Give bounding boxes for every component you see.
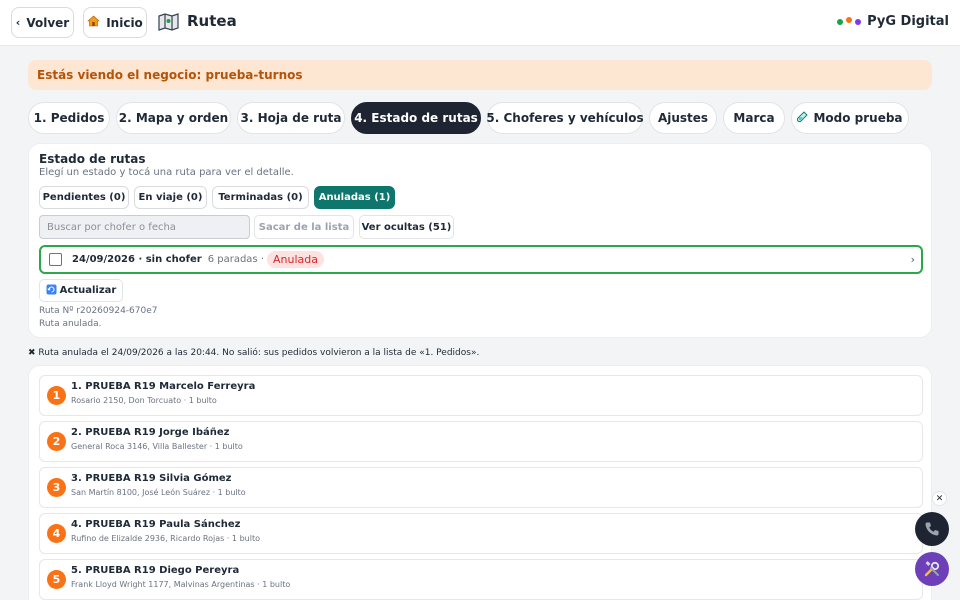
- section-title: Estado de rutas: [39, 152, 146, 166]
- stop-name: 3. PRUEBA R19 Silvia Gómez: [71, 473, 232, 484]
- stop-number: 5: [47, 570, 66, 589]
- business-notice-text: Estás viendo el negocio: prueba-turnos: [37, 68, 303, 82]
- route-status-card: Estado de rutas Elegí un estado y tocá u…: [28, 143, 932, 338]
- button-label: Sacar de la lista: [258, 221, 350, 233]
- tab-mapa-orden[interactable]: 2. Mapa y orden: [116, 102, 231, 134]
- filter-label: Terminadas (0): [218, 192, 303, 203]
- stop-number: 3: [47, 478, 66, 497]
- stop-detail: Frank Lloyd Wright 1177, Malvinas Argent…: [71, 580, 291, 589]
- tab-label: 3. Hoja de ruta: [240, 111, 342, 125]
- filter-label: Anuladas (1): [318, 192, 391, 203]
- logo-dot: [855, 18, 862, 25]
- filter-label: En viaje (0): [138, 192, 203, 203]
- tab-estado-rutas[interactable]: 4. Estado de rutas: [351, 102, 481, 134]
- list-item[interactable]: 4 4. PRUEBA R19 Paula Sánchez Rufino de …: [39, 513, 923, 554]
- business-notice: Estás viendo el negocio: prueba-turnos: [28, 60, 932, 90]
- section-subtitle: Elegí un estado y tocá una ruta para ver…: [39, 167, 294, 178]
- route-stops-count: 6 paradas ·: [207, 254, 265, 265]
- tab-label: 5. Choferes y vehículos: [486, 111, 644, 125]
- filter-anuladas[interactable]: Anuladas (1): [314, 186, 395, 209]
- status-badge: Anulada: [267, 251, 325, 268]
- logo-dot: [837, 18, 844, 25]
- chevron-left-icon: ‹: [15, 16, 21, 29]
- search-input[interactable]: [39, 215, 250, 239]
- list-item[interactable]: 3 3. PRUEBA R19 Silvia Gómez San Martín …: [39, 467, 923, 508]
- org-logo-dots-icon: [837, 16, 862, 25]
- stop-name: 4. PRUEBA R19 Paula Sánchez: [71, 519, 241, 530]
- stop-name: 1. PRUEBA R19 Marcelo Ferreyra: [71, 381, 256, 392]
- filter-pendientes[interactable]: Pendientes (0): [39, 186, 129, 209]
- button-label: Ver ocultas (51): [361, 221, 452, 233]
- route-state: Ruta anulada.: [39, 319, 102, 329]
- stop-detail: Rufino de Elizalde 2936, Ricardo Rojas ·…: [71, 534, 260, 543]
- phone-icon[interactable]: [915, 512, 949, 546]
- close-icon[interactable]: ✕: [932, 491, 947, 506]
- button-label: Actualizar: [59, 285, 117, 296]
- stop-name: 5. PRUEBA R19 Diego Pereyra: [71, 565, 240, 576]
- tab-label: 2. Mapa y orden: [118, 111, 229, 125]
- tab-label: Ajustes: [657, 111, 709, 125]
- tab-label: Marca: [733, 111, 775, 125]
- back-button-label: Volver: [26, 15, 70, 30]
- home-button-label: Inicio: [106, 15, 143, 30]
- route-checkbox[interactable]: [49, 253, 62, 266]
- remove-from-list-button[interactable]: Sacar de la lista: [254, 215, 354, 239]
- home-button[interactable]: Inicio: [83, 7, 147, 38]
- back-button[interactable]: ‹ Volver: [11, 7, 74, 38]
- house-icon: [87, 15, 100, 30]
- tab-label: 4. Estado de rutas: [354, 111, 478, 125]
- logo-dot: [846, 16, 853, 23]
- stop-detail: Rosario 2150, Don Torcuato · 1 bulto: [71, 396, 217, 405]
- app-title: Rutea: [187, 12, 237, 30]
- filter-label: Pendientes (0): [42, 192, 126, 203]
- route-row[interactable]: 24/09/2026 · sin chofer 6 paradas · Anul…: [39, 245, 923, 274]
- stop-number: 2: [47, 432, 66, 451]
- stop-number: 4: [47, 524, 66, 543]
- filter-en-viaje[interactable]: En viaje (0): [134, 186, 207, 209]
- tab-ajustes[interactable]: Ajustes: [649, 102, 717, 134]
- tab-modo-prueba[interactable]: Modo prueba: [791, 102, 909, 134]
- list-item[interactable]: 1 1. PRUEBA R19 Marcelo Ferreyra Rosario…: [39, 375, 923, 416]
- route-number: Ruta Nº r20260924-670e7: [39, 306, 158, 316]
- show-hidden-button[interactable]: Ver ocultas (51): [359, 215, 454, 239]
- stops-card: 1 1. PRUEBA R19 Marcelo Ferreyra Rosario…: [28, 365, 932, 600]
- org-name: PyG Digital: [867, 14, 949, 29]
- test-tube-icon: [797, 110, 809, 126]
- tab-choferes-vehiculos[interactable]: 5. Choferes y vehículos: [486, 102, 644, 134]
- tools-icon[interactable]: [915, 552, 949, 586]
- route-date-driver: 24/09/2026 · sin chofer: [72, 254, 202, 265]
- tab-label: Modo prueba: [813, 111, 903, 125]
- stop-detail: San Martín 8100, José León Suárez · 1 bu…: [71, 488, 246, 497]
- list-item[interactable]: 5 5. PRUEBA R19 Diego Pereyra Frank Lloy…: [39, 559, 923, 600]
- stop-detail: General Roca 3146, Villa Ballester · 1 b…: [71, 442, 243, 451]
- stop-name: 2. PRUEBA R19 Jorge Ibáñez: [71, 427, 230, 438]
- org-brand: PyG Digital: [837, 14, 949, 29]
- tab-label: 1. Pedidos: [33, 111, 105, 125]
- list-item[interactable]: 2 2. PRUEBA R19 Jorge Ibáñez General Roc…: [39, 421, 923, 462]
- filter-terminadas[interactable]: Terminadas (0): [212, 186, 309, 209]
- tab-marca[interactable]: Marca: [723, 102, 785, 134]
- top-bar: ‹ Volver Inicio Rutea PyG Digital: [0, 0, 960, 46]
- tab-pedidos[interactable]: 1. Pedidos: [28, 102, 110, 134]
- chevron-right-icon: ›: [910, 253, 915, 266]
- cancel-note: ✖ Ruta anulada el 24/09/2026 a las 20:44…: [28, 348, 480, 358]
- refresh-button[interactable]: Actualizar: [39, 279, 123, 302]
- map-icon: [158, 13, 179, 31]
- stop-number: 1: [47, 386, 66, 405]
- tab-hoja-ruta[interactable]: 3. Hoja de ruta: [237, 102, 345, 134]
- refresh-icon: [46, 284, 57, 298]
